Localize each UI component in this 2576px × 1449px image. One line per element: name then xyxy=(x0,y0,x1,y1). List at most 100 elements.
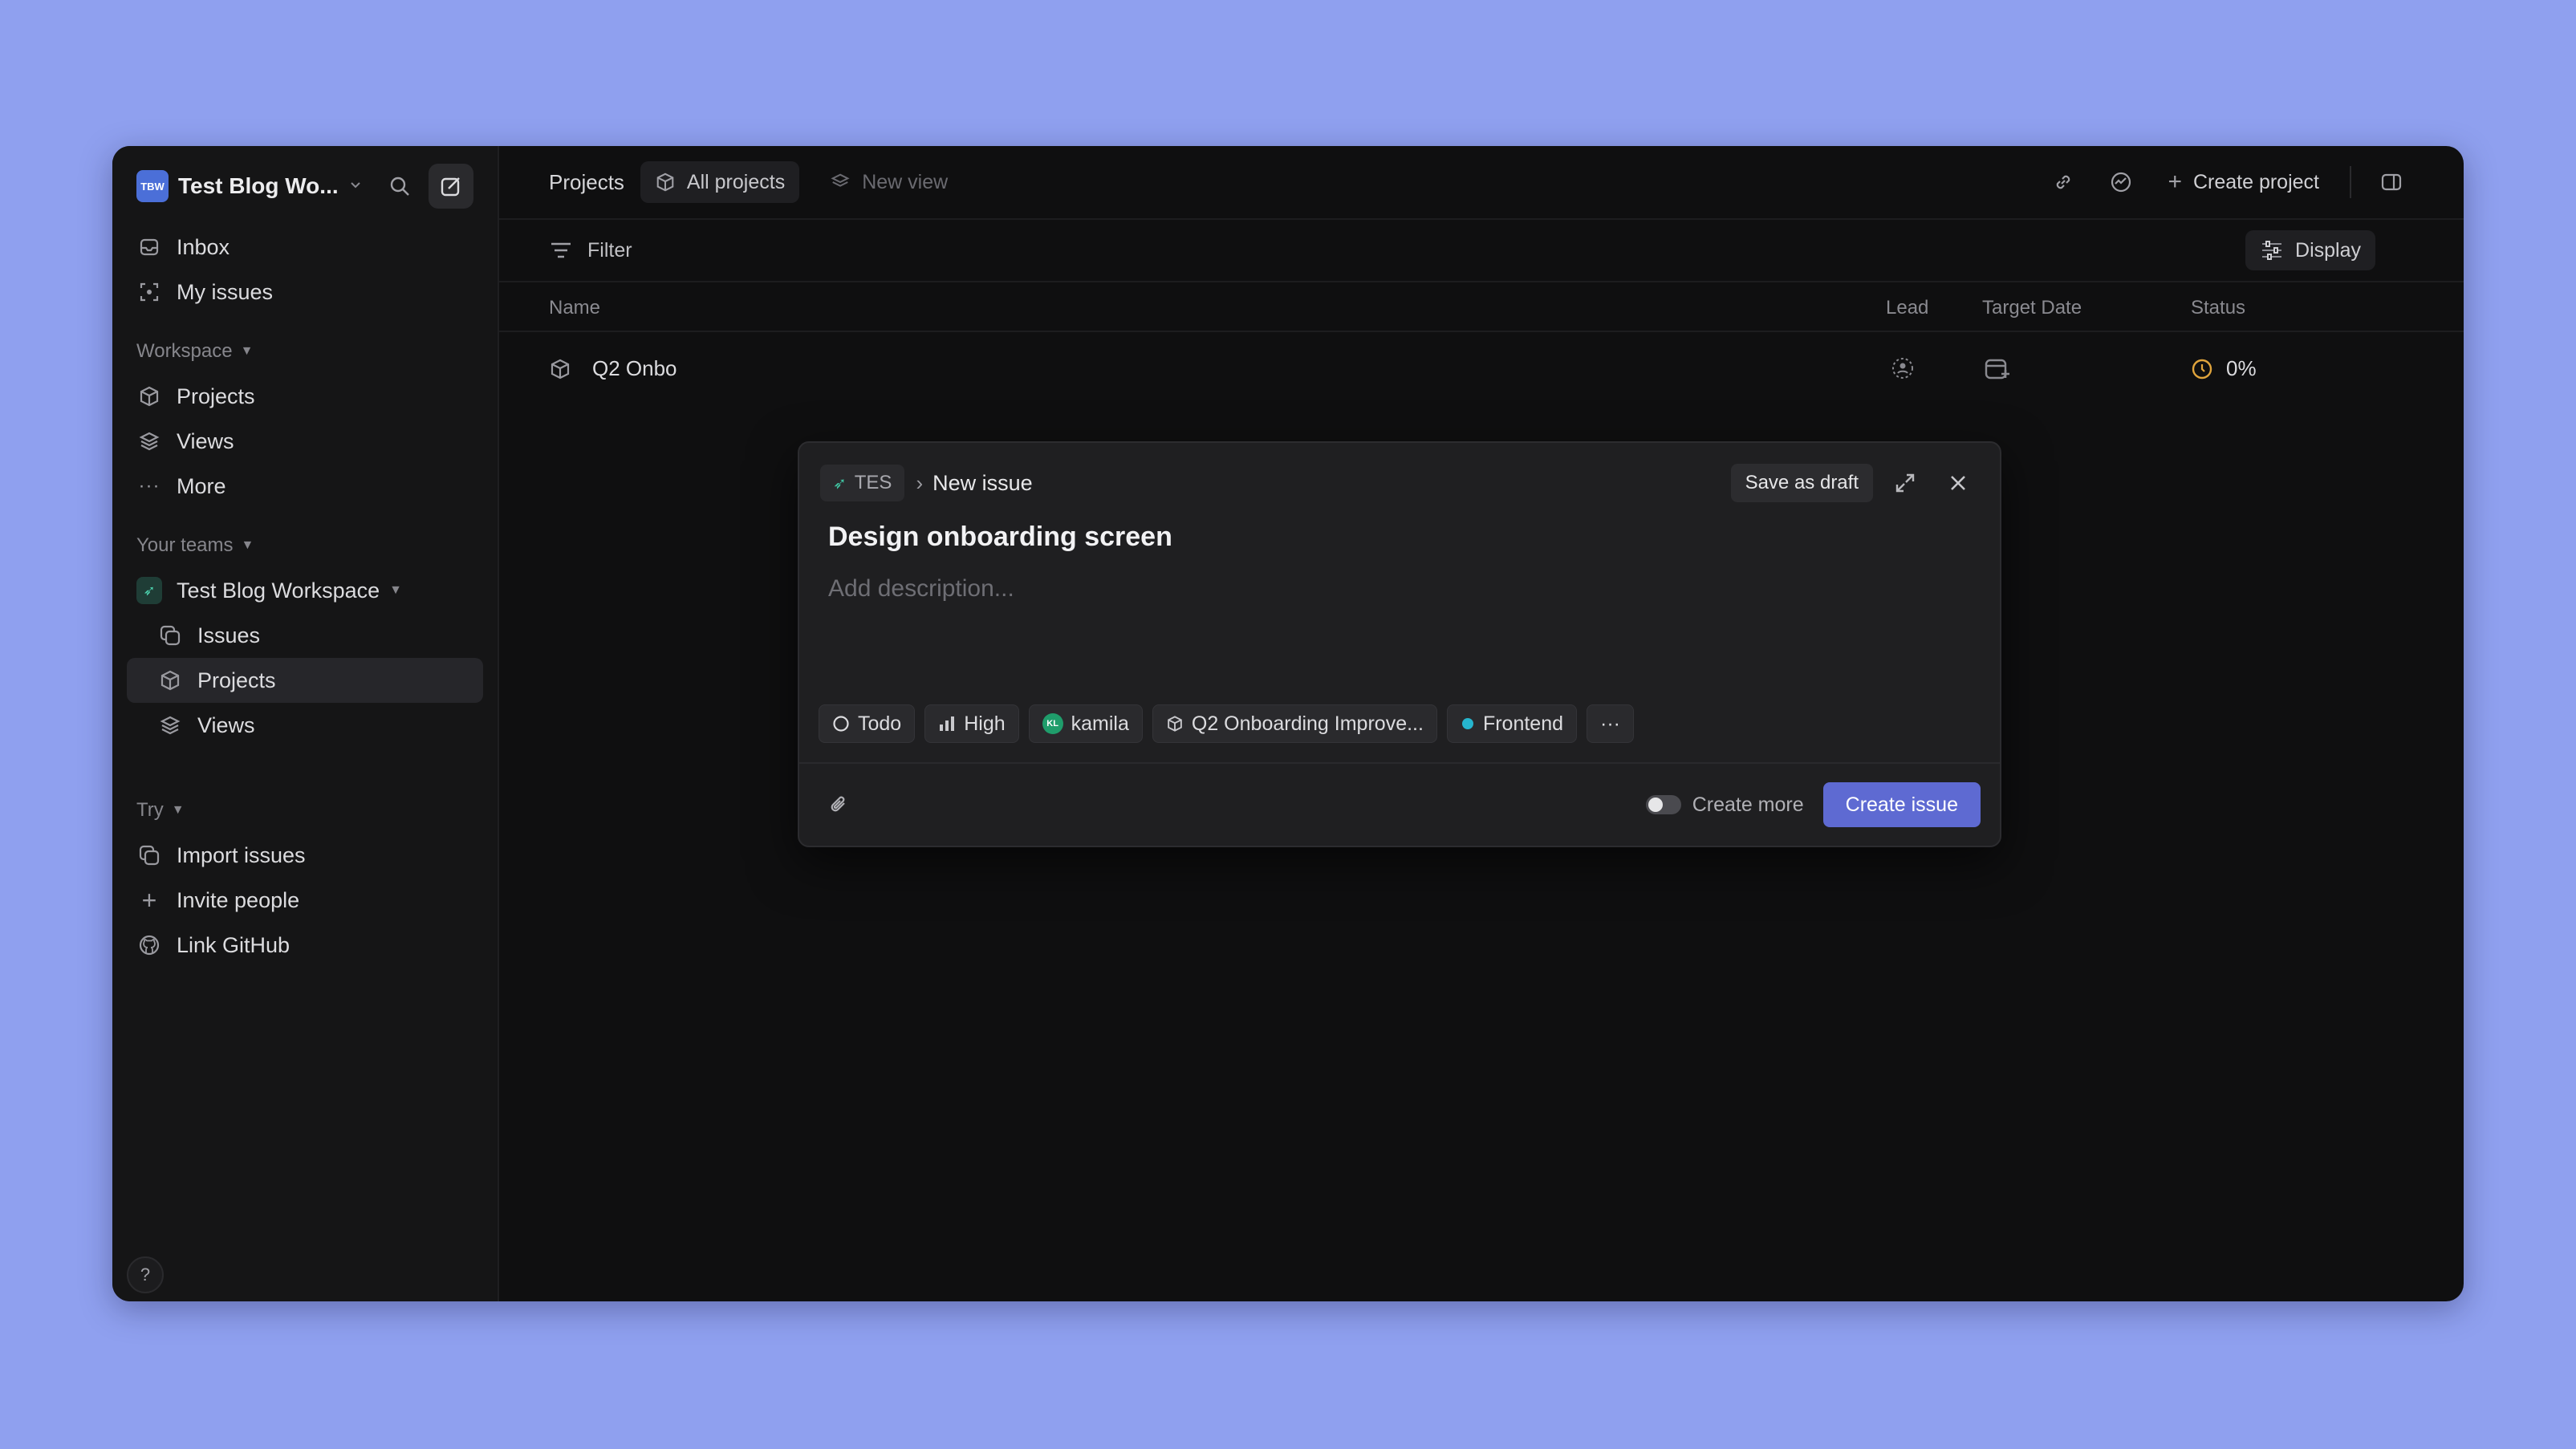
section-try[interactable]: Try ▼ xyxy=(127,788,483,833)
tab-all-projects[interactable]: All projects xyxy=(640,161,800,203)
caret-down-icon: ▼ xyxy=(241,538,254,552)
team-key: TES xyxy=(854,472,892,493)
layers-icon xyxy=(830,172,851,193)
cube-icon xyxy=(157,668,183,693)
page-title[interactable]: Projects xyxy=(549,170,624,195)
plus-icon: + xyxy=(141,885,157,915)
workspace-switcher-row: TBW Test Blog Wo... xyxy=(127,162,483,210)
column-header-target-date[interactable]: Target Date xyxy=(1982,297,2082,319)
section-label: Your teams xyxy=(136,534,234,556)
chevron-down-icon[interactable] xyxy=(348,177,363,196)
column-header-lead[interactable]: Lead xyxy=(1886,297,1928,319)
sidebar-item-label: Inbox xyxy=(177,234,230,259)
filter-button[interactable]: Filter xyxy=(549,239,632,262)
cube-icon xyxy=(136,384,162,409)
status-cell[interactable]: 0% xyxy=(2191,356,2257,381)
close-icon[interactable] xyxy=(1937,462,1979,504)
pulse-icon[interactable] xyxy=(2099,160,2143,205)
label-chip[interactable]: Frontend xyxy=(1446,704,1577,743)
section-your-teams[interactable]: Your teams ▼ xyxy=(127,523,483,568)
sidebar-item-link-github[interactable]: Link GitHub xyxy=(127,923,483,968)
create-project-label: Create project xyxy=(2192,170,2319,193)
help-button[interactable]: ? xyxy=(127,1256,164,1293)
expand-icon[interactable] xyxy=(1884,462,1926,504)
sidebar-item-more[interactable]: ··· More xyxy=(127,464,483,509)
top-bar: Projects All projects New view + Create … xyxy=(499,146,2464,220)
sidebar-item-my-issues[interactable]: My issues xyxy=(127,270,483,315)
workspace-logo[interactable]: TBW xyxy=(136,170,169,202)
sidebar-team-row[interactable]: ➶ Test Blog Workspace ▼ xyxy=(127,568,483,613)
column-header-name[interactable]: Name xyxy=(549,297,600,319)
compose-icon[interactable] xyxy=(429,164,473,209)
more-options-button[interactable]: ··· xyxy=(1587,704,1634,743)
sidebar-item-label: Invite people xyxy=(177,887,300,912)
sidebar-item-team-projects[interactable]: Projects xyxy=(127,658,483,703)
layers-icon xyxy=(157,712,183,738)
project-chip-label: Q2 Onboarding Improve... xyxy=(1191,712,1424,735)
tab-new-view[interactable]: New view xyxy=(815,161,962,203)
table-header: Name Lead Target Date Status xyxy=(499,282,2464,332)
sidebar-item-team-views[interactable]: Views xyxy=(127,703,483,748)
toggle-switch[interactable] xyxy=(1645,795,1681,814)
sidebar-item-label: Import issues xyxy=(177,842,306,867)
filter-bar: Filter Display xyxy=(499,220,2464,282)
workspace-name[interactable]: Test Blog Wo... xyxy=(178,173,339,199)
assignee-chip[interactable]: KL kamila xyxy=(1028,704,1143,743)
caret-down-icon: ▼ xyxy=(240,344,254,358)
panel-toggle-icon[interactable] xyxy=(2369,160,2414,205)
cube-icon xyxy=(549,358,571,380)
sidebar-item-label: My issues xyxy=(177,279,274,304)
top-right-actions: + Create project xyxy=(2028,160,2414,205)
table-row[interactable]: Q2 Onbo 0% xyxy=(499,332,2464,409)
sidebar-item-inbox[interactable]: Inbox xyxy=(127,225,483,270)
create-more-toggle[interactable]: Create more xyxy=(1645,793,1804,817)
priority-chip-label: High xyxy=(964,712,1006,735)
team-logo-wrapper: ➶ xyxy=(136,577,162,604)
sidebar-item-label: Projects xyxy=(177,384,255,408)
unassigned-lead-icon xyxy=(1891,356,1915,380)
paperclip-icon[interactable] xyxy=(828,794,851,816)
priority-chip[interactable]: High xyxy=(924,704,1019,743)
new-issue-modal: ➶ TES › New issue Save as draft Design o… xyxy=(798,441,2001,847)
create-issue-button[interactable]: Create issue xyxy=(1822,782,1981,827)
section-workspace[interactable]: Workspace ▼ xyxy=(127,329,483,374)
link-icon[interactable] xyxy=(2041,160,2086,205)
breadcrumb-separator-icon: › xyxy=(916,470,924,495)
label-dot-icon xyxy=(1461,716,1475,731)
sidebar-item-views[interactable]: Views xyxy=(127,419,483,464)
section-label: Try xyxy=(136,799,164,821)
issue-title-input[interactable]: Design onboarding screen xyxy=(799,517,2000,557)
status-chip-label: Todo xyxy=(858,712,902,735)
todo-circle-icon xyxy=(832,715,850,733)
column-header-status[interactable]: Status xyxy=(2191,297,2245,319)
filter-label: Filter xyxy=(587,238,632,262)
sidebar-item-import-issues[interactable]: Import issues xyxy=(127,833,483,878)
search-icon[interactable] xyxy=(377,164,422,209)
modal-footer: Create more Create issue xyxy=(799,762,2000,846)
team-selector[interactable]: ➶ TES xyxy=(820,465,905,501)
tab-label: All projects xyxy=(686,170,786,193)
cube-icon xyxy=(1166,715,1184,733)
team-name: Test Blog Workspace xyxy=(177,578,380,603)
lead-cell[interactable] xyxy=(1891,356,1915,380)
layers-icon xyxy=(136,428,162,454)
github-icon xyxy=(136,932,162,958)
project-chip[interactable]: Q2 Onboarding Improve... xyxy=(1152,704,1437,743)
sidebar-item-team-issues[interactable]: Issues xyxy=(127,613,483,658)
sidebar-item-projects[interactable]: Projects xyxy=(127,374,483,419)
sidebar-item-invite-people[interactable]: + Invite people xyxy=(127,878,483,923)
display-button[interactable]: Display xyxy=(2245,230,2375,270)
filter-icon xyxy=(549,240,573,261)
modal-breadcrumb: New issue xyxy=(932,470,1033,495)
cube-icon xyxy=(655,172,676,193)
create-project-button[interactable]: + Create project xyxy=(2168,168,2319,196)
status-chip[interactable]: Todo xyxy=(819,704,916,743)
issue-properties: Todo High KL kamila Q2 Onboarding Improv… xyxy=(819,704,1644,743)
more-dots-icon: ··· xyxy=(138,475,160,497)
target-date-cell[interactable] xyxy=(1984,356,2011,384)
progress-ring-icon xyxy=(2191,358,2213,380)
save-as-draft-button[interactable]: Save as draft xyxy=(1730,464,1873,502)
create-more-label: Create more xyxy=(1692,793,1804,816)
project-name: Q2 Onbo xyxy=(592,356,677,380)
issue-description-input[interactable]: Add description... xyxy=(799,573,2000,605)
